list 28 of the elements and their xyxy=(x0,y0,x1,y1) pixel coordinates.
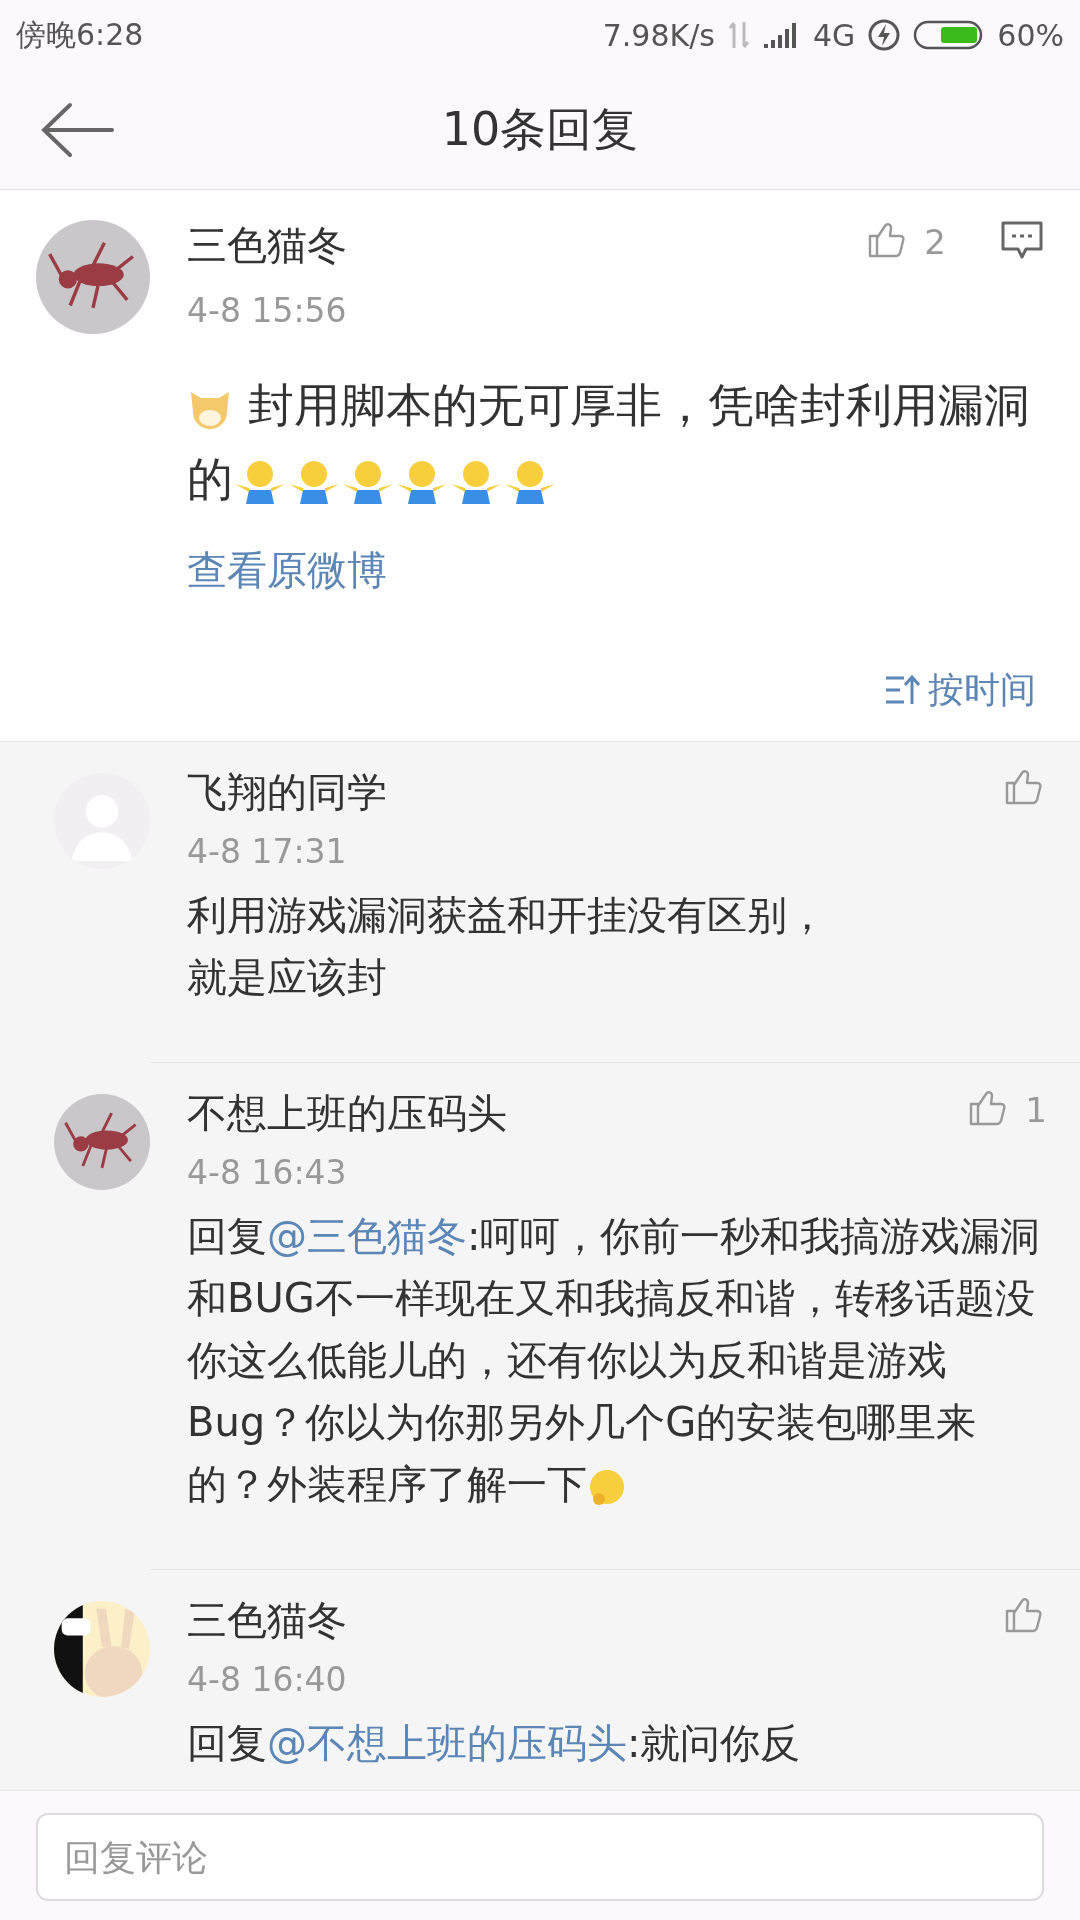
status-time: 傍晚6:28 xyxy=(16,15,144,54)
mention-link[interactable]: @不想上班的压码头 xyxy=(267,1720,627,1766)
back-arrow-icon xyxy=(40,101,114,158)
author-name[interactable]: 三色猫冬 xyxy=(187,220,867,270)
reply-field[interactable]: 回复评论 xyxy=(36,1813,1044,1901)
mention-link[interactable]: @三色猫冬 xyxy=(267,1213,467,1259)
comment-time: 4-8 16:43 xyxy=(187,1153,348,1193)
comment-text: 回复@三色猫冬:呵呵，你前一秒和我搞游戏漏洞和BUG不一样现在又和我搞反和谐，转移话题没你这么低能儿的，还有你以为反和谐是游戏Bug？你以为你那另外几个G的安装包哪里来的？外装程序了解一下 xyxy=(187,1212,1042,1509)
network-speed: 7.98K/s xyxy=(602,17,715,53)
data-arrows-icon xyxy=(726,20,751,50)
page-title: 10条回复 xyxy=(441,101,639,156)
comment-time: 4-8 17:31 xyxy=(187,832,348,872)
view-original-link[interactable]: 查看原微博 xyxy=(187,545,387,595)
comment-time: 4-8 16:40 xyxy=(187,1660,348,1700)
sort-button[interactable]: 按时间 xyxy=(884,665,1036,715)
post-text: 封用脚本的无可厚非，凭啥封利用漏洞的 xyxy=(187,368,1037,516)
author-name[interactable]: 不想上班的压码头 xyxy=(187,1088,968,1138)
author-name[interactable]: 三色猫冬 xyxy=(187,1595,1003,1645)
comment-text: 利用游戏漏洞获益和开挂没有区别， 就是应该封 xyxy=(187,891,828,1002)
like-button[interactable]: 1 xyxy=(967,1088,1047,1132)
like-button[interactable]: 2 xyxy=(866,220,946,264)
charging-icon xyxy=(867,18,902,52)
post-time: 4-8 15:56 xyxy=(187,291,348,331)
battery-percent: 60% xyxy=(997,17,1064,53)
author-name[interactable]: 飞翔的同学 xyxy=(187,767,1003,817)
comment-text: 回复@不想上班的压码头:就问你反 xyxy=(187,1719,802,1768)
sort-icon xyxy=(884,674,922,706)
network-type: 4G xyxy=(812,17,856,53)
